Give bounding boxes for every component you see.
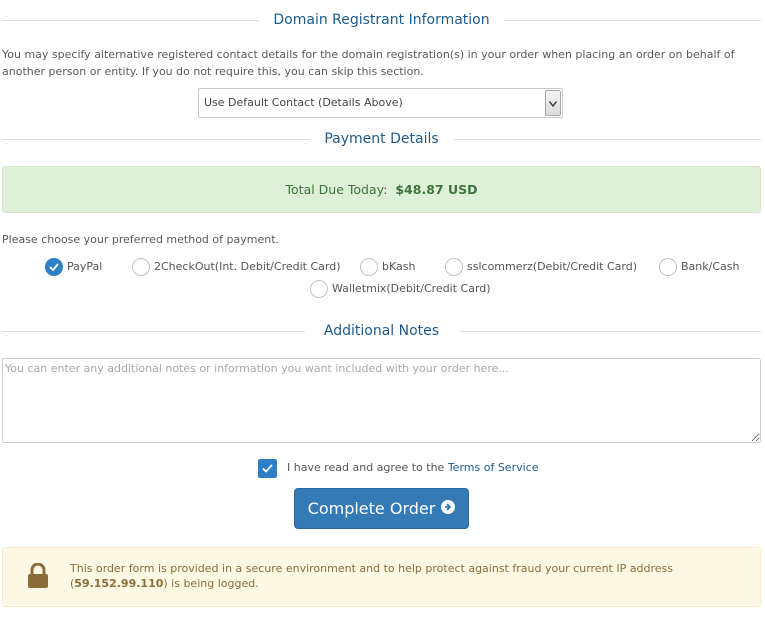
security-notice: This order form is provided in a secure …: [2, 547, 761, 607]
radio-unchecked[interactable]: [310, 280, 328, 298]
complete-order-button[interactable]: Complete Order: [294, 488, 469, 529]
total-due-amount: $48.87 USD: [395, 182, 478, 197]
radio-unchecked[interactable]: [132, 258, 150, 276]
complete-order-label: Complete Order: [307, 499, 436, 518]
payment-method-prompt: Please choose your preferred method of p…: [2, 233, 279, 246]
section-title: Additional Notes: [309, 323, 454, 339]
contact-select[interactable]: Use Default Contact (Details Above): [198, 88, 563, 118]
radio-unchecked[interactable]: [659, 258, 677, 276]
ip-address: 59.152.99.110: [74, 577, 164, 590]
payment-option-label: 2CheckOut(Int. Debit/Credit Card): [154, 260, 341, 273]
radio-unchecked[interactable]: [445, 258, 463, 276]
total-due-alert: Total Due Today: $48.87 USD: [2, 166, 761, 213]
payment-option-label: Bank/Cash: [681, 260, 740, 273]
tos-link[interactable]: Terms of Service: [448, 461, 539, 474]
lock-icon: [27, 562, 49, 593]
section-title: Domain Registrant Information: [259, 12, 504, 28]
section-header-notes: Additional Notes: [2, 321, 761, 341]
contact-select-value: Use Default Contact (Details Above): [204, 96, 403, 109]
payment-option-label: sslcommerz(Debit/Credit Card): [467, 260, 637, 273]
radio-checked[interactable]: [45, 258, 63, 276]
security-text-end: ) is being logged.: [163, 577, 259, 590]
radio-unchecked[interactable]: [360, 258, 378, 276]
tos-text: I have read and agree to the: [287, 461, 445, 474]
payment-option-label: Walletmix(Debit/Credit Card): [332, 282, 491, 295]
notes-textarea[interactable]: [2, 358, 761, 443]
registrant-description: You may specify alternative registered c…: [2, 48, 735, 78]
security-message: This order form is provided in a secure …: [70, 561, 750, 591]
tos-checkbox[interactable]: [258, 459, 277, 478]
section-header-registrant: Domain Registrant Information: [2, 10, 761, 30]
total-due-label: Total Due Today:: [285, 182, 388, 197]
chevron-down-icon[interactable]: [545, 90, 561, 116]
section-header-payment: Payment Details: [2, 129, 761, 149]
payment-option-label: PayPal: [67, 260, 103, 273]
section-title: Payment Details: [310, 131, 453, 147]
arrow-circle-right-icon: [441, 489, 456, 528]
payment-option-label: bKash: [382, 260, 416, 273]
